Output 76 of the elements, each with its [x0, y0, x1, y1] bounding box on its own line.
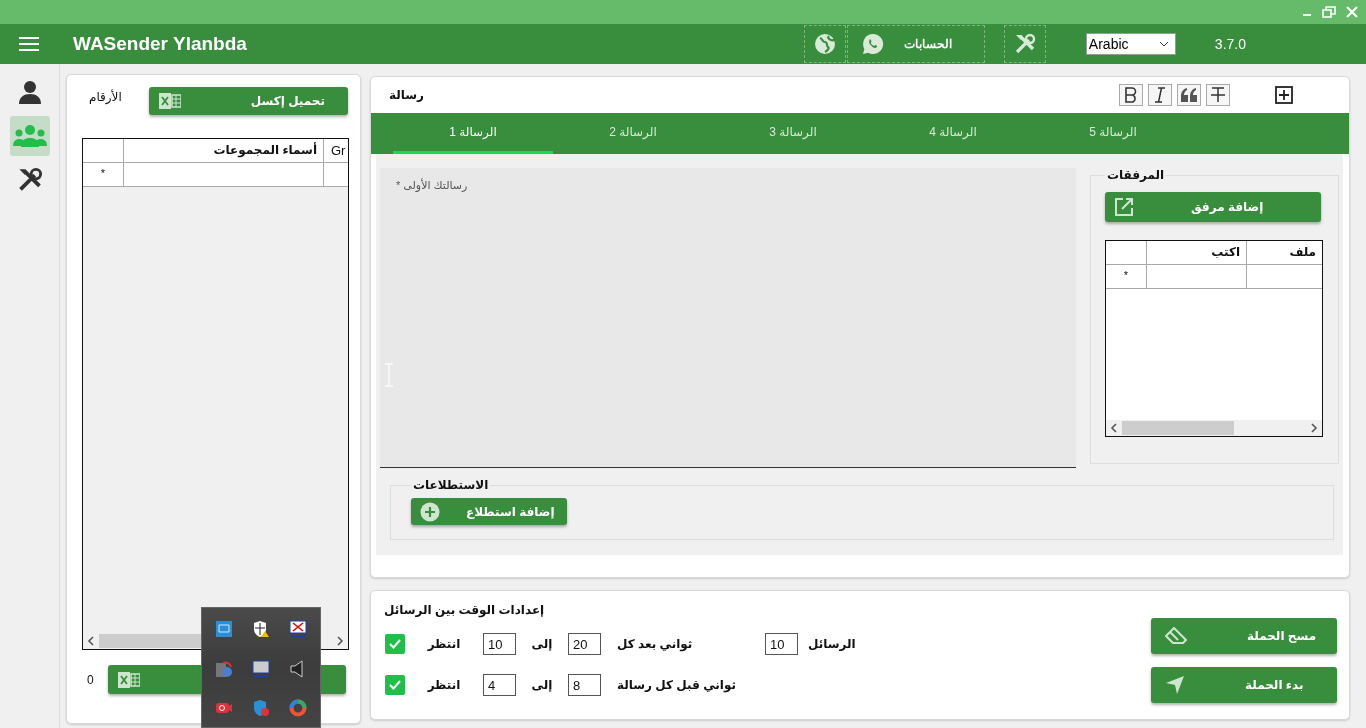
column-header[interactable]: ملف [1247, 241, 1322, 264]
time-settings-title: إعدادات الوقت بين الرسائل [384, 603, 545, 617]
check-icon [389, 638, 401, 649]
checkbox[interactable] [385, 633, 405, 654]
seconds-label: ثواني قبل كل رسالة [616, 677, 737, 692]
chevron-down-icon [1158, 41, 1169, 47]
load-excel-button[interactable]: تحميل إكسل [148, 87, 348, 115]
globe-icon [813, 33, 836, 55]
monitor-icon[interactable] [252, 659, 270, 678]
to-label: إلى [530, 636, 554, 651]
quote-icon [1180, 88, 1198, 102]
chevron-left-icon[interactable] [87, 636, 95, 646]
group-icon [12, 124, 47, 148]
version-label: 3.7.0 [1214, 36, 1246, 52]
message-tab[interactable]: الرسالة 5 [1033, 113, 1193, 154]
app-icon[interactable] [215, 659, 233, 678]
numbers-count: 0 [87, 672, 94, 687]
message-tab[interactable]: الرسالة 4 [873, 113, 1033, 154]
message-title: رسالة [389, 88, 424, 102]
chevron-right-icon[interactable] [1310, 423, 1318, 433]
number-field[interactable]: 4 [483, 673, 516, 696]
column-header[interactable]: Gr [324, 139, 348, 162]
number-field[interactable]: 10 [483, 632, 516, 655]
numbers-title: الأرقام [89, 90, 122, 104]
whatsapp-icon [861, 33, 884, 55]
number-field[interactable]: 10 [765, 632, 798, 655]
number-field[interactable]: 20 [568, 632, 601, 655]
eraser-icon [1165, 627, 1187, 645]
globe-button[interactable] [803, 25, 846, 63]
strikethrough-button[interactable] [1206, 84, 1230, 106]
shield-warning-icon[interactable] [252, 620, 270, 638]
attachments-title: المرفقات [1106, 168, 1166, 182]
tools-button[interactable] [1003, 25, 1046, 63]
bold-icon [1123, 87, 1139, 103]
italic-button[interactable] [1148, 84, 1172, 106]
column-header[interactable]: أسماء المجموعات [124, 139, 324, 162]
chevron-left-icon[interactable] [1110, 423, 1118, 433]
excel-icon [158, 92, 181, 110]
plus-circle-icon [420, 501, 440, 522]
accounts-button[interactable]: الحسابات [846, 25, 985, 63]
message-tab[interactable]: الرسالة 3 [713, 113, 873, 154]
column-header[interactable]: اكتب [1147, 241, 1247, 264]
ring-icon[interactable] [289, 699, 307, 717]
user-icon [16, 79, 43, 105]
display-error-icon[interactable] [289, 620, 307, 638]
start-campaign-button[interactable]: بدء الحملة [1151, 667, 1337, 703]
number-field[interactable]: 8 [568, 673, 601, 696]
send-icon [1165, 675, 1185, 695]
italic-icon [1152, 87, 1168, 103]
to-label: إلى [530, 677, 554, 692]
tools-icon [1013, 33, 1036, 55]
polls-title: الاستطلاعات [412, 478, 490, 492]
external-link-icon [1115, 198, 1133, 216]
clear-campaign-button[interactable]: مسح الحملة [1151, 618, 1337, 654]
wait-label: انتظر [426, 677, 462, 692]
quote-button[interactable] [1177, 84, 1201, 106]
checkbox[interactable] [385, 674, 405, 695]
strikethrough-icon [1210, 87, 1226, 103]
plus-box-icon [1275, 86, 1293, 104]
excel-icon [117, 670, 140, 689]
add-poll-button[interactable]: إضافة استطلاع [411, 498, 567, 525]
message-tab[interactable]: الرسالة 2 [553, 113, 713, 154]
messages-label: الرسائل [808, 636, 856, 651]
app-title: WASender Ylanbda [73, 33, 247, 55]
menu-icon[interactable] [19, 36, 39, 52]
network-icon[interactable] [215, 620, 233, 638]
bold-button[interactable] [1119, 84, 1143, 106]
chevron-right-icon[interactable] [336, 636, 344, 646]
seconds-label: ثواني بعد كل [616, 636, 694, 651]
add-attachment-button[interactable]: إضافة مرفق [1105, 192, 1321, 222]
shield-error-icon[interactable] [252, 699, 270, 717]
message-editor[interactable]: رسالتك الأولى * [380, 168, 1076, 468]
language-dropdown[interactable]: Arabic [1085, 33, 1176, 55]
wait-label: انتظر [426, 636, 462, 651]
add-message-button[interactable] [1275, 86, 1293, 104]
check-icon [389, 679, 401, 690]
